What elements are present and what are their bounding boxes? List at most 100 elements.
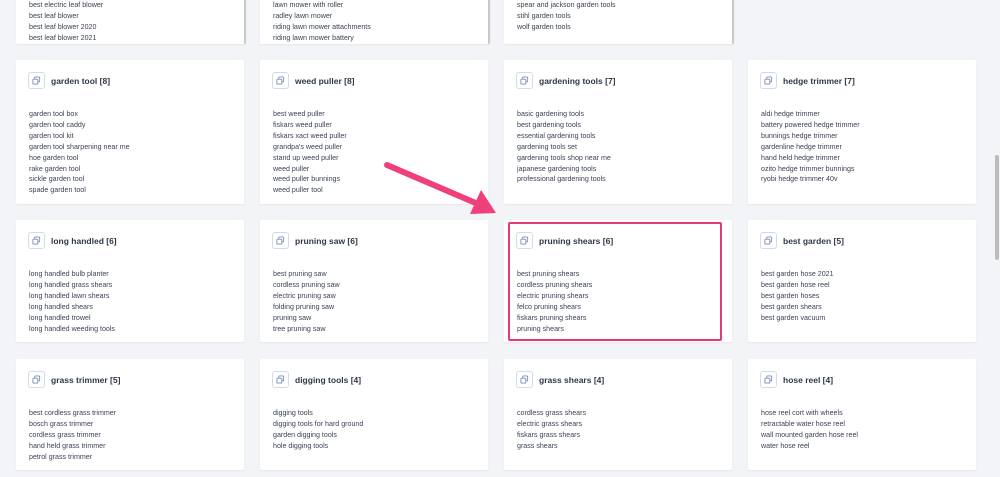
card-title: gardening tools [7] xyxy=(539,75,616,86)
keyword-item[interactable]: water hose reel xyxy=(761,441,976,452)
keyword-item[interactable]: sickle garden tool xyxy=(29,174,244,185)
keyword-item[interactable]: fiskars grass shears xyxy=(517,430,732,441)
page-scrollbar[interactable] xyxy=(994,0,1000,477)
keyword-item[interactable]: best leaf blower 2021 xyxy=(29,33,244,44)
keyword-item[interactable]: grandpa's weed puller xyxy=(273,142,488,153)
copy-icon[interactable] xyxy=(516,232,533,249)
keyword-item[interactable]: best garden hose 2021 xyxy=(761,269,976,280)
copy-icon[interactable] xyxy=(760,232,777,249)
keyword-item[interactable]: fiskars weed puller xyxy=(273,120,488,131)
scrollbar-thumb[interactable] xyxy=(995,155,999,260)
keyword-item[interactable]: electric grass shears xyxy=(517,419,732,430)
keyword-item[interactable]: fiskars xact weed puller xyxy=(273,131,488,142)
keyword-item[interactable]: wolf garden tools xyxy=(517,22,732,33)
copy-icon[interactable] xyxy=(272,232,289,249)
keyword-item[interactable]: best electric leaf blower xyxy=(29,0,244,11)
keyword-item[interactable]: long handled lawn shears xyxy=(29,291,244,302)
keyword-item[interactable]: pruning saw xyxy=(273,313,488,324)
keyword-item[interactable]: best weed puller xyxy=(273,109,488,120)
keyword-item[interactable]: japanese gardening tools xyxy=(517,164,732,175)
keyword-item[interactable]: felco pruning shears xyxy=(517,302,732,313)
keyword-item[interactable]: riding lawn mower battery xyxy=(273,33,488,44)
keyword-item[interactable]: long handled shears xyxy=(29,302,244,313)
keyword-item[interactable]: professional gardening tools xyxy=(517,174,732,185)
keyword-item[interactable]: lawn mower with roller xyxy=(273,0,488,11)
keyword-item[interactable]: long handled bulb planter xyxy=(29,269,244,280)
keyword-item[interactable]: weed puller bunnings xyxy=(273,174,488,185)
keyword-item[interactable]: long handled trowel xyxy=(29,313,244,324)
copy-icon[interactable] xyxy=(272,72,289,89)
keyword-item[interactable]: battery powered hedge trimmer xyxy=(761,120,976,131)
keyword-item[interactable]: bosch grass trimmer xyxy=(29,419,244,430)
keyword-item[interactable]: gardening tools shop near me xyxy=(517,153,732,164)
keyword-group-card: best garden [5] best garden hose 2021 best… xyxy=(748,220,976,342)
keyword-item[interactable]: hand held hedge trimmer xyxy=(761,153,976,164)
keyword-item[interactable]: best garden hose reel xyxy=(761,280,976,291)
keyword-item[interactable]: garden digging tools xyxy=(273,430,488,441)
keyword-item[interactable]: electric pruning saw xyxy=(273,291,488,302)
keyword-item[interactable]: weed puller tool xyxy=(273,185,488,196)
keyword-item[interactable]: fiskars pruning shears xyxy=(517,313,732,324)
keyword-item[interactable]: garden tool kit xyxy=(29,131,244,142)
keyword-item[interactable]: cordless grass trimmer xyxy=(29,430,244,441)
keyword-item[interactable]: garden tool sharpening near me xyxy=(29,142,244,153)
copy-icon[interactable] xyxy=(28,72,45,89)
keyword-item[interactable]: hoe garden tool xyxy=(29,153,244,164)
keyword-item[interactable]: spade garden tool xyxy=(29,185,244,196)
keyword-item[interactable]: best pruning shears xyxy=(517,269,732,280)
copy-icon[interactable] xyxy=(516,371,533,388)
keyword-item[interactable]: long handled weeding tools xyxy=(29,324,244,335)
copy-icon[interactable] xyxy=(272,371,289,388)
keyword-list: long handled bulb planter long handled gr… xyxy=(16,249,244,334)
keyword-item[interactable]: gardening tools set xyxy=(517,142,732,153)
keyword-item[interactable]: hole digging tools xyxy=(273,441,488,452)
card-title: digging tools [4] xyxy=(295,374,362,385)
copy-icon[interactable] xyxy=(28,232,45,249)
keyword-item[interactable]: garden tool caddy xyxy=(29,120,244,131)
keyword-item[interactable]: rake garden tool xyxy=(29,164,244,175)
keyword-item[interactable]: essential gardening tools xyxy=(517,131,732,142)
keyword-item[interactable]: ozito hedge trimmer bunnings xyxy=(761,164,976,175)
keyword-item[interactable]: best leaf blower xyxy=(29,11,244,22)
keyword-item[interactable]: riding lawn mower attachments xyxy=(273,22,488,33)
keyword-item[interactable]: folding pruning saw xyxy=(273,302,488,313)
keyword-item[interactable]: digging tools for hard ground xyxy=(273,419,488,430)
copy-icon[interactable] xyxy=(760,371,777,388)
keyword-item[interactable]: hand held grass trimmer xyxy=(29,441,244,452)
keyword-item[interactable]: cordless grass shears xyxy=(517,408,732,419)
keyword-item[interactable]: long handled grass shears xyxy=(29,280,244,291)
keyword-item[interactable]: wall mounted garden hose reel xyxy=(761,430,976,441)
keyword-item[interactable]: pruning shears xyxy=(517,324,732,335)
keyword-item[interactable]: ryobi hedge trimmer 40v xyxy=(761,174,976,185)
keyword-item[interactable]: aldi hedge trimmer xyxy=(761,109,976,120)
keyword-item[interactable]: grass shears xyxy=(517,441,732,452)
keyword-item[interactable]: best leaf blower 2020 xyxy=(29,22,244,33)
keyword-item[interactable]: weed puller xyxy=(273,164,488,175)
keyword-item[interactable]: petrol grass trimmer xyxy=(29,452,244,463)
keyword-item[interactable]: best cordless grass trimmer xyxy=(29,408,244,419)
copy-icon[interactable] xyxy=(760,72,777,89)
keyword-item[interactable]: best garden hoses xyxy=(761,291,976,302)
keyword-item[interactable]: best pruning saw xyxy=(273,269,488,280)
keyword-item[interactable]: cordless pruning shears xyxy=(517,280,732,291)
keyword-item[interactable]: garden tool box xyxy=(29,109,244,120)
keyword-item[interactable]: hose reel cort with wheels xyxy=(761,408,976,419)
keyword-item[interactable]: best garden shears xyxy=(761,302,976,313)
keyword-item[interactable]: best garden vacuum xyxy=(761,313,976,324)
keyword-item[interactable]: digging tools xyxy=(273,408,488,419)
card-title: long handled [6] xyxy=(51,235,117,246)
keyword-item[interactable]: stihl garden tools xyxy=(517,11,732,22)
keyword-item[interactable]: radley lawn mower xyxy=(273,11,488,22)
copy-icon[interactable] xyxy=(28,371,45,388)
keyword-item[interactable]: retractable water hose reel xyxy=(761,419,976,430)
keyword-item[interactable]: stand up weed puller xyxy=(273,153,488,164)
copy-icon[interactable] xyxy=(516,72,533,89)
keyword-item[interactable]: spear and jackson garden tools xyxy=(517,0,732,11)
keyword-item[interactable]: bunnings hedge trimmer xyxy=(761,131,976,142)
keyword-item[interactable]: tree pruning saw xyxy=(273,324,488,335)
keyword-item[interactable]: cordless pruning saw xyxy=(273,280,488,291)
keyword-item[interactable]: gardenline hedge trimmer xyxy=(761,142,976,153)
keyword-item[interactable]: best gardening tools xyxy=(517,120,732,131)
keyword-item[interactable]: electric pruning shears xyxy=(517,291,732,302)
keyword-item[interactable]: basic gardening tools xyxy=(517,109,732,120)
